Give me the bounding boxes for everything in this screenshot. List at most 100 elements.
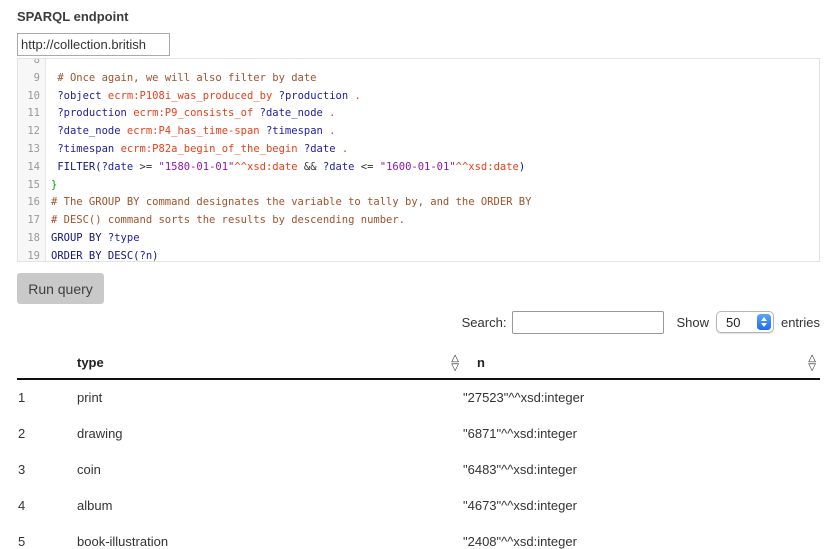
code-token: ) (519, 161, 525, 173)
row-index-cell: 2 (17, 415, 61, 451)
editor-line: 11 ?production ecrm:P9_consists_of ?date… (18, 105, 819, 123)
code-token: ?date_node (260, 107, 323, 119)
code-line: # The GROUP BY command designates the va… (46, 194, 531, 212)
editor-line: 12 ?date_node ecrm:P4_has_time-span ?tim… (18, 123, 819, 141)
type-cell: drawing (61, 415, 463, 451)
code-token: ^^xsd:date (234, 161, 297, 173)
endpoint-input[interactable] (17, 33, 170, 56)
editor-line: 14 FILTER(?date >= "1580-01-01"^^xsd:dat… (18, 159, 819, 177)
sort-icon (451, 354, 459, 372)
code-line: GROUP BY ?type (46, 230, 140, 248)
code-token: ?date (304, 143, 336, 155)
header-type[interactable]: type (61, 347, 463, 379)
results-table: type n 1print"27523"^^xsd:integer2drawin… (17, 347, 820, 549)
select-stepper-icon (757, 314, 771, 330)
table-row: 2drawing"6871"^^xsd:integer (17, 415, 820, 451)
row-index-cell: 1 (17, 379, 61, 415)
code-token: ?production (57, 107, 127, 119)
line-number: 16 (18, 194, 46, 212)
editor-line: 18GROUP BY ?type (18, 230, 819, 248)
editor-lines: 89 # Once again, we will also filter by … (18, 58, 819, 262)
line-number: 9 (18, 70, 46, 88)
n-cell: "6483"^^xsd:integer (463, 451, 820, 487)
header-index (17, 347, 61, 379)
chevron-down-icon (761, 323, 767, 327)
code-line: # Once again, we will also filter by dat… (46, 70, 317, 88)
code-token: ecrm:P9_consists_of (133, 107, 253, 119)
code-line: FILTER(?date >= "1580-01-01"^^xsd:date &… (46, 159, 525, 177)
editor-line: 17 # DESC() command sorts the results by … (18, 212, 819, 230)
code-token: && (298, 161, 323, 173)
line-number: 11 (18, 105, 46, 123)
code-token: ?date (323, 161, 355, 173)
page-size-value: 50 (717, 315, 740, 330)
show-entries-label: Show (676, 315, 709, 330)
line-number: 15 (18, 177, 46, 195)
run-query-button[interactable]: Run query (17, 273, 104, 304)
editor-line: 13 ?timespan ecrm:P82a_begin_of_the_begi… (18, 141, 819, 159)
line-number: 17 (18, 212, 46, 230)
table-controls: Search: Show 50 entries (17, 309, 820, 335)
header-type-label: type (77, 355, 104, 370)
code-line (46, 58, 51, 70)
line-number: 8 (18, 58, 46, 70)
editor-line: 19ORDER BY DESC(?n) (18, 248, 819, 262)
table-row: 1print"27523"^^xsd:integer (17, 379, 820, 415)
n-cell: "6871"^^xsd:integer (463, 415, 820, 451)
code-token: FILTER( (57, 161, 101, 173)
code-token: . (336, 143, 349, 155)
entries-label: entries (781, 315, 820, 330)
table-row: 5book-illustration"2408"^^xsd:integer (17, 523, 820, 549)
code-token: . (323, 107, 336, 119)
endpoint-label: SPARQL endpoint (17, 9, 820, 24)
code-token: >= (133, 161, 158, 173)
code-line: ?production ecrm:P9_consists_of ?date_no… (46, 105, 336, 123)
code-line: ORDER BY DESC(?n) (46, 248, 159, 262)
page-size-select[interactable]: 50 (716, 311, 774, 333)
editor-line: 8 (18, 58, 819, 70)
line-number: 14 (18, 159, 46, 177)
table-header-row: type n (17, 347, 820, 379)
line-number: 18 (18, 230, 46, 248)
row-index-cell: 3 (17, 451, 61, 487)
type-cell: book-illustration (61, 523, 463, 549)
header-n-label: n (477, 355, 485, 370)
code-token: # The GROUP BY command designates the va… (51, 196, 531, 208)
code-token: } (51, 179, 57, 191)
code-token: ?object (57, 90, 101, 102)
code-token: . (348, 90, 361, 102)
line-number: 10 (18, 88, 46, 106)
n-cell: "2408"^^xsd:integer (463, 523, 820, 549)
editor-line: 16 # The GROUP BY command designates the … (18, 194, 819, 212)
code-token: ORDER BY DESC( (51, 250, 140, 262)
chevron-up-icon (761, 317, 767, 321)
type-cell: coin (61, 451, 463, 487)
code-token: ?timespan (57, 143, 114, 155)
code-token: ) (152, 250, 158, 262)
sort-icon (808, 354, 816, 372)
line-number: 13 (18, 141, 46, 159)
line-number: 19 (18, 248, 46, 262)
header-n[interactable]: n (463, 347, 820, 379)
code-line: ?date_node ecrm:P4_has_time-span ?timesp… (46, 123, 336, 141)
n-cell: "4673"^^xsd:integer (463, 487, 820, 523)
editor-line: 10 ?object ecrm:P108i_was_produced_by ?p… (18, 88, 819, 106)
code-line: ?timespan ecrm:P82a_begin_of_the_begin ?… (46, 141, 348, 159)
type-cell: print (61, 379, 463, 415)
code-token: ?n (140, 250, 153, 262)
code-token: ecrm:P4_has_time-span (127, 125, 260, 137)
editor-line: 15} (18, 177, 819, 195)
code-token: "1600-01-01" (380, 161, 456, 173)
code-token: ?date_node (57, 125, 120, 137)
code-token: # Once again, we will also filter by dat… (51, 72, 317, 84)
row-index-cell: 5 (17, 523, 61, 549)
code-token: <= (354, 161, 379, 173)
code-token: # DESC() command sorts the results by de… (51, 214, 405, 226)
search-input[interactable] (512, 311, 664, 334)
sparql-editor[interactable]: 89 # Once again, we will also filter by … (17, 58, 820, 262)
code-token: ^^xsd:date (456, 161, 519, 173)
code-line: } (46, 177, 57, 195)
code-line: # DESC() command sorts the results by de… (46, 212, 405, 230)
type-cell: album (61, 487, 463, 523)
code-token: ?production (279, 90, 349, 102)
